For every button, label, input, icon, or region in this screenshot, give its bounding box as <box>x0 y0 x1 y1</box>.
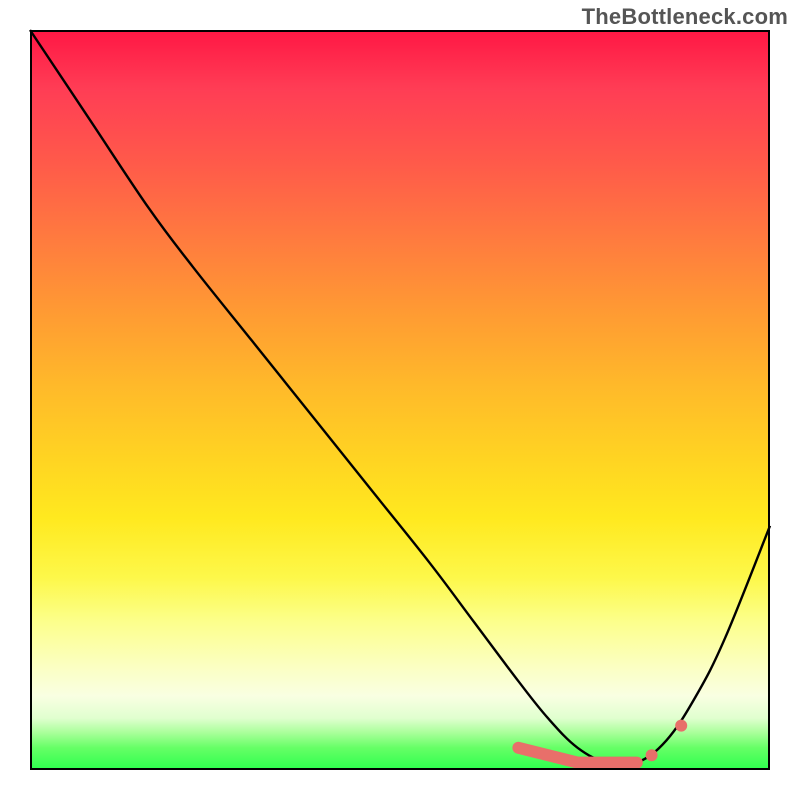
branding-text: TheBottleneck.com <box>582 4 788 30</box>
highlight-dot <box>646 749 658 761</box>
chart-svg-layer <box>30 30 770 770</box>
chart-container: TheBottleneck.com <box>0 0 800 800</box>
highlight-dot <box>675 720 687 732</box>
bottleneck-curve <box>30 30 770 765</box>
highlight-segment <box>518 748 636 763</box>
